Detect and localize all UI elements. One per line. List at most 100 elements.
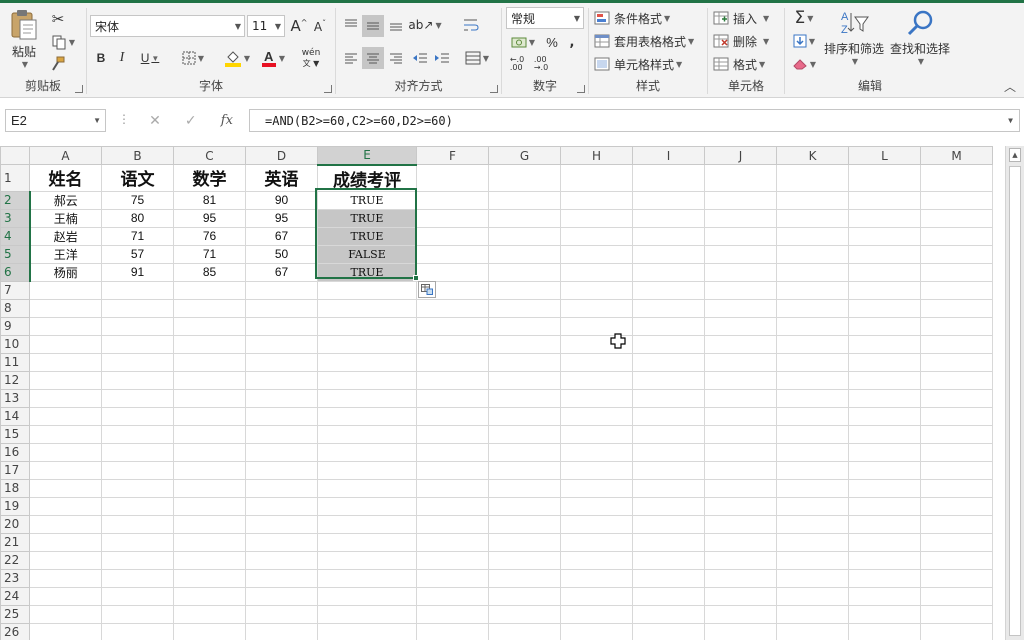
cell[interactable] (317, 568, 417, 588)
cell[interactable] (416, 262, 489, 282)
cell[interactable] (245, 370, 318, 390)
cell[interactable] (776, 388, 849, 408)
cell[interactable] (101, 280, 174, 300)
vertical-scrollbar[interactable]: ▲ (1005, 146, 1024, 640)
format-as-table-button[interactable]: 套用表格格式 ▼ (594, 31, 706, 51)
cell[interactable] (317, 532, 417, 552)
cell[interactable] (29, 622, 102, 640)
cell[interactable] (245, 334, 318, 354)
row-header[interactable]: 18 (0, 478, 30, 498)
cell[interactable] (848, 244, 921, 264)
cell[interactable] (848, 442, 921, 462)
cell[interactable] (848, 298, 921, 318)
cell[interactable] (173, 622, 246, 640)
cell[interactable] (776, 280, 849, 300)
cell[interactable] (632, 622, 705, 640)
cell[interactable] (488, 352, 561, 372)
cell[interactable] (317, 298, 417, 318)
cell[interactable] (488, 370, 561, 390)
borders-button[interactable]: ▼ (177, 47, 209, 69)
cell[interactable] (560, 442, 633, 462)
cell[interactable] (488, 298, 561, 318)
cell[interactable] (704, 262, 777, 282)
align-middle-button[interactable] (362, 15, 384, 37)
cell[interactable] (101, 604, 174, 624)
cell[interactable] (632, 190, 705, 210)
row-header[interactable]: 23 (0, 568, 30, 588)
cell[interactable] (704, 298, 777, 318)
column-header-g[interactable]: G (488, 146, 561, 165)
cell[interactable] (776, 262, 849, 282)
cell[interactable] (848, 208, 921, 228)
cell[interactable] (101, 460, 174, 480)
cell[interactable] (416, 298, 489, 318)
cell[interactable] (173, 550, 246, 570)
cell[interactable] (560, 460, 633, 480)
cell[interactable] (776, 622, 849, 640)
cell[interactable] (704, 352, 777, 372)
cell[interactable] (920, 478, 993, 498)
cell[interactable] (920, 190, 993, 210)
row-header[interactable]: 12 (0, 370, 30, 390)
cell[interactable] (776, 370, 849, 390)
cell[interactable] (488, 262, 561, 282)
orientation-button[interactable]: ab↗ ▼ (408, 15, 441, 35)
cell[interactable] (560, 550, 633, 570)
shrink-font-button[interactable]: Aˇ (311, 16, 329, 36)
cell[interactable] (173, 532, 246, 552)
scrollbar-thumb[interactable] (1009, 166, 1021, 636)
cell[interactable] (560, 478, 633, 498)
cell[interactable] (776, 442, 849, 462)
cell-chinese[interactable]: 75 (101, 190, 174, 210)
cell[interactable] (101, 352, 174, 372)
cell-name[interactable]: 赵岩 (29, 226, 102, 246)
cell[interactable] (101, 388, 174, 408)
cell[interactable] (632, 550, 705, 570)
cell[interactable] (560, 424, 633, 444)
cell[interactable] (245, 388, 318, 408)
cell-english[interactable]: 95 (245, 208, 318, 228)
cell[interactable] (920, 460, 993, 480)
cell[interactable] (776, 424, 849, 444)
cell[interactable] (632, 352, 705, 372)
cell[interactable] (848, 550, 921, 570)
cell[interactable] (632, 478, 705, 498)
cell[interactable] (29, 604, 102, 624)
cell[interactable] (101, 568, 174, 588)
cell[interactable] (776, 532, 849, 552)
merge-center-button[interactable]: ▼ (460, 47, 494, 69)
cell[interactable] (560, 370, 633, 390)
italic-button[interactable]: I (113, 47, 131, 69)
row-header[interactable]: 4 (0, 226, 31, 246)
cell[interactable] (920, 316, 993, 336)
cell[interactable] (848, 164, 921, 192)
cell[interactable] (488, 568, 561, 588)
cell[interactable] (920, 352, 993, 372)
cell-name[interactable]: 郝云 (29, 190, 102, 210)
cell[interactable] (776, 208, 849, 228)
cell[interactable] (848, 622, 921, 640)
cell[interactable] (29, 406, 102, 426)
cell[interactable] (776, 514, 849, 534)
cell[interactable] (416, 370, 489, 390)
cell[interactable] (317, 550, 417, 570)
row-header[interactable]: 5 (0, 244, 31, 264)
cell[interactable] (488, 550, 561, 570)
cell[interactable] (416, 226, 489, 246)
cell[interactable] (776, 244, 849, 264)
format-cells-button[interactable]: 格式 ▼ (713, 54, 781, 74)
phonetic-button[interactable]: wén 文 ▼ (295, 46, 327, 70)
percent-style-button[interactable]: % (542, 32, 562, 52)
cell[interactable] (776, 226, 849, 246)
row-header[interactable]: 11 (0, 352, 30, 372)
cell[interactable] (704, 478, 777, 498)
delete-cells-button[interactable]: 删除 ▼ (713, 31, 781, 51)
column-header-i[interactable]: I (632, 146, 705, 165)
cell[interactable] (776, 352, 849, 372)
decrease-indent-button[interactable] (410, 47, 430, 69)
cell[interactable] (245, 298, 318, 318)
cell[interactable] (101, 424, 174, 444)
cell[interactable] (101, 298, 174, 318)
cell[interactable] (776, 460, 849, 480)
cell[interactable] (29, 550, 102, 570)
